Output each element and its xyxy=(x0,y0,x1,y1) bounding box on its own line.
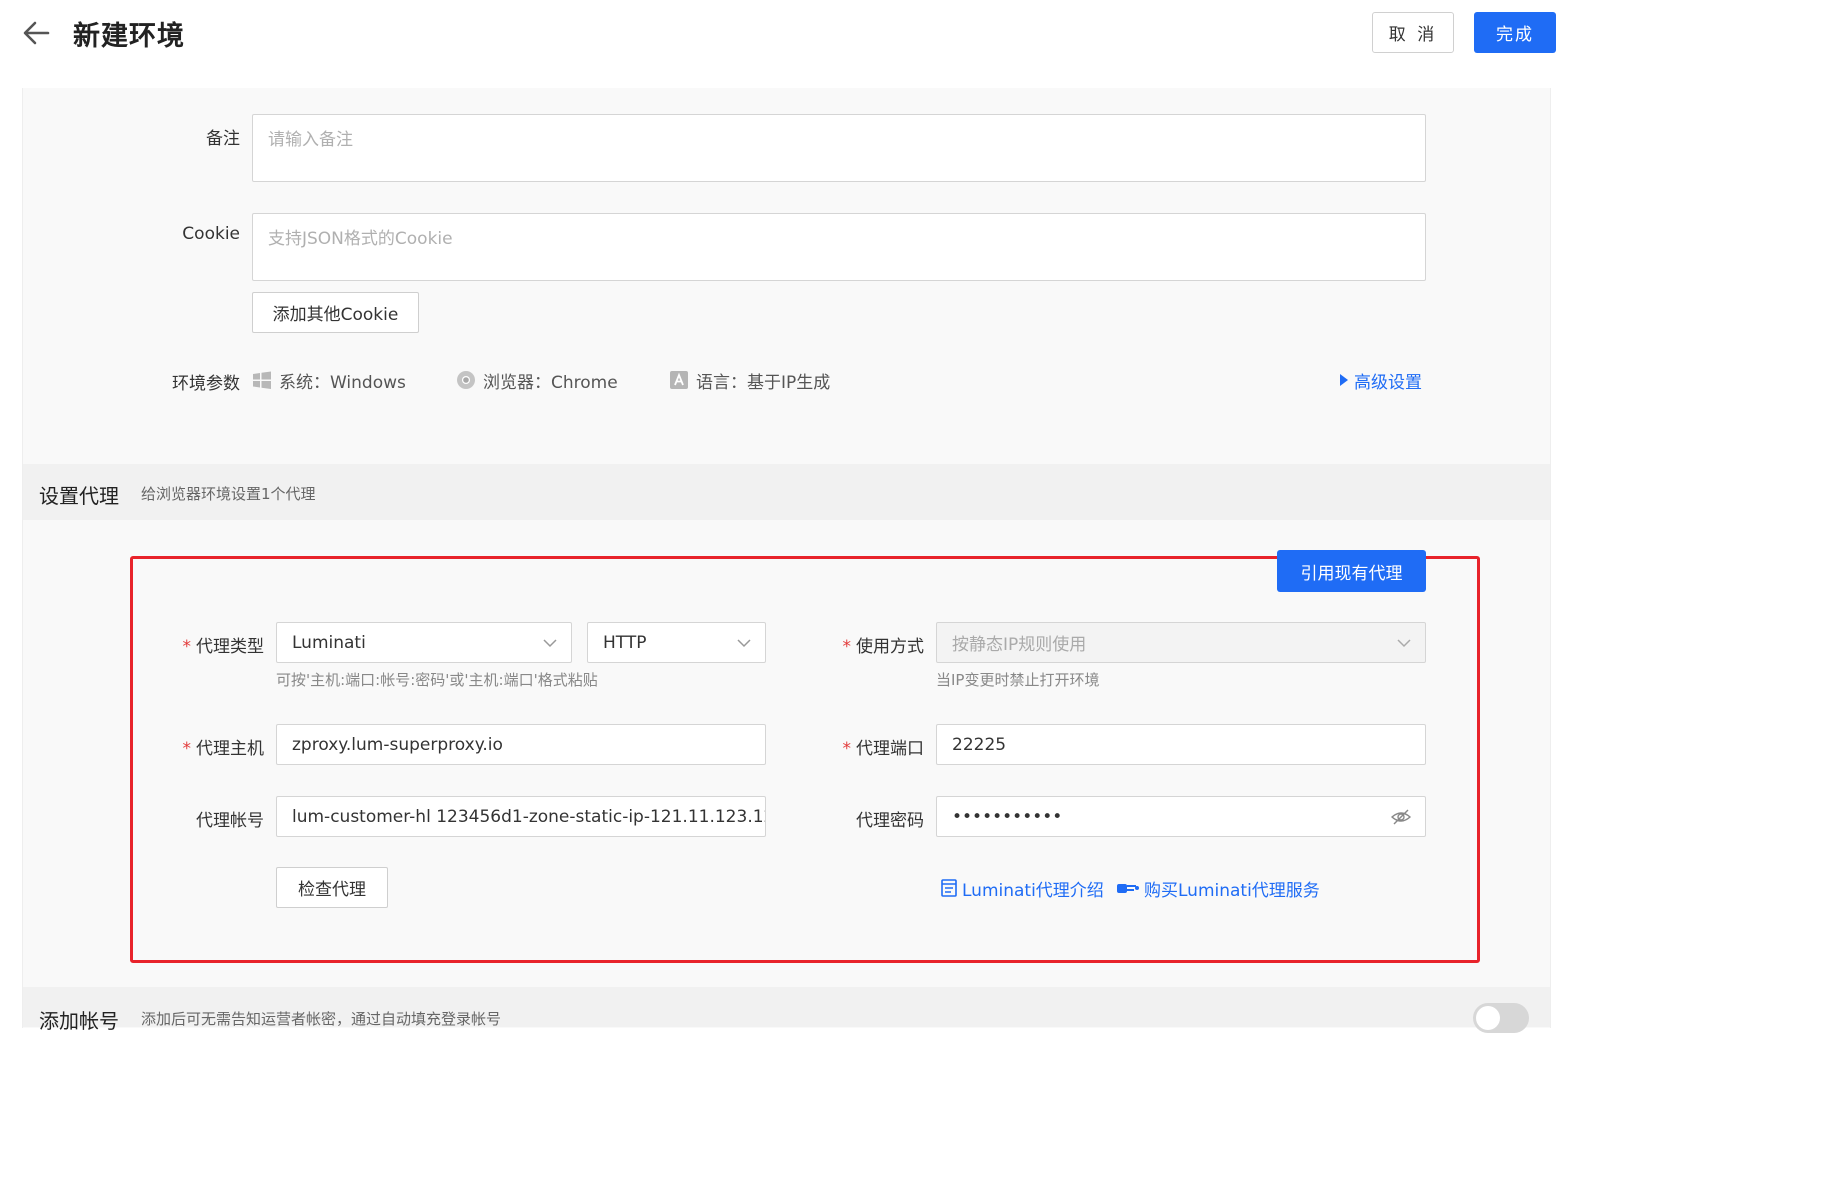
account-section-subtitle: 添加后可无需告知运营者帐密，通过自动填充登录帐号 xyxy=(141,1010,502,1028)
proxy-section-subtitle: 给浏览器环境设置1个代理 xyxy=(141,485,316,503)
env-language-text: 语言：基于IP生成 xyxy=(696,372,831,393)
proxy-port-label: * 代理端口 xyxy=(810,734,925,759)
proxy-type-value: Luminati xyxy=(292,632,366,653)
proxy-section-title: 设置代理 xyxy=(39,484,119,508)
proxy-port-label-text: 代理端口 xyxy=(856,739,924,759)
proxy-type-select[interactable]: Luminati xyxy=(276,622,572,663)
proxy-protocol-select[interactable]: HTTP xyxy=(587,622,766,663)
proxy-host-value: zproxy.lum-superproxy.io xyxy=(292,734,503,755)
env-browser-text: 浏览器：Chrome xyxy=(483,372,618,393)
cookie-input[interactable]: 支持JSON格式的Cookie xyxy=(252,213,1426,281)
proxy-account-label: 代理帐号 xyxy=(196,811,264,831)
cancel-button[interactable]: 取 消 xyxy=(1372,12,1454,53)
env-language: 语言：基于IP生成 xyxy=(669,367,830,393)
paste-hint: 可按'主机:端口:帐号:密码'或'主机:端口'格式粘贴 xyxy=(276,671,598,689)
luminati-intro-link[interactable]: Luminati代理介绍 xyxy=(940,875,1104,901)
proxy-password-input[interactable]: ••••••••••• xyxy=(936,796,1426,837)
advanced-settings-link[interactable]: 高级设置 xyxy=(1338,367,1422,393)
chevron-down-icon xyxy=(543,639,557,648)
required-mark: * xyxy=(842,739,852,759)
required-mark: * xyxy=(182,637,192,657)
remark-placeholder: 请输入备注 xyxy=(268,130,353,150)
windows-icon xyxy=(253,371,271,389)
use-existing-proxy-button[interactable]: 引用现有代理 xyxy=(1277,550,1426,592)
proxy-host-input[interactable]: zproxy.lum-superproxy.io xyxy=(276,724,766,765)
advanced-settings-label: 高级设置 xyxy=(1354,372,1422,393)
triangle-right-icon xyxy=(1340,374,1348,386)
usage-select[interactable]: 按静态IP规则使用 xyxy=(936,622,1426,663)
add-cookie-button[interactable]: 添加其他Cookie xyxy=(252,292,419,333)
proxy-account-value: lum-customer-hl 123456d1-zone-static-ip-… xyxy=(292,806,766,827)
buy-hand-icon xyxy=(1117,884,1139,893)
account-section-title: 添加帐号 xyxy=(39,1009,119,1033)
proxy-password-label: 代理密码 xyxy=(856,811,924,831)
chevron-down-icon xyxy=(1397,639,1411,648)
env-browser: 浏览器：Chrome xyxy=(456,367,618,393)
proxy-host-label: * 代理主机 xyxy=(150,734,265,759)
proxy-protocol-value: HTTP xyxy=(603,632,647,653)
usage-hint: 当IP变更时禁止打开环境 xyxy=(936,671,1100,689)
env-system-text: 系统：Windows xyxy=(279,372,406,393)
cookie-placeholder: 支持JSON格式的Cookie xyxy=(268,229,453,249)
buy-luminati-link[interactable]: 购买Luminati代理服务 xyxy=(1116,875,1320,901)
usage-label-text: 使用方式 xyxy=(856,637,924,657)
page-title: 新建环境 xyxy=(73,21,185,52)
luminati-intro-label: Luminati代理介绍 xyxy=(962,880,1104,901)
required-mark: * xyxy=(182,739,192,759)
cookie-label: Cookie xyxy=(182,224,240,244)
proxy-section-header: 设置代理 给浏览器环境设置1个代理 xyxy=(23,464,1550,520)
env-system: 系统：Windows xyxy=(252,367,406,393)
proxy-type-label-text: 代理类型 xyxy=(196,637,264,657)
required-mark: * xyxy=(842,637,852,657)
remark-label: 备注 xyxy=(206,129,240,149)
chrome-icon xyxy=(457,371,475,389)
buy-luminati-label: 购买Luminati代理服务 xyxy=(1144,880,1320,901)
usage-value: 按静态IP规则使用 xyxy=(952,635,1087,655)
account-section-header: 添加帐号 添加后可无需告知运营者帐密，通过自动填充登录帐号 xyxy=(23,987,1550,1033)
remark-input[interactable]: 请输入备注 xyxy=(252,114,1426,182)
proxy-port-input[interactable]: 22225 xyxy=(936,724,1426,765)
usage-label: * 使用方式 xyxy=(810,632,925,657)
done-button[interactable]: 完成 xyxy=(1474,12,1556,53)
proxy-password-value: ••••••••••• xyxy=(952,806,1063,827)
env-params-label: 环境参数 xyxy=(172,374,240,394)
back-arrow-icon[interactable] xyxy=(18,14,56,52)
add-account-toggle[interactable] xyxy=(1473,1003,1529,1033)
eye-slash-icon[interactable] xyxy=(1391,808,1411,826)
language-icon xyxy=(670,371,688,389)
proxy-port-value: 22225 xyxy=(952,734,1007,755)
chevron-down-icon xyxy=(737,639,751,648)
document-icon xyxy=(941,879,957,897)
top-bar: 新建环境 取 消 完成 xyxy=(0,0,1568,78)
check-proxy-button[interactable]: 检查代理 xyxy=(276,867,388,908)
proxy-type-label: * 代理类型 xyxy=(150,632,265,657)
proxy-account-input[interactable]: lum-customer-hl 123456d1-zone-static-ip-… xyxy=(276,796,766,837)
proxy-host-label-text: 代理主机 xyxy=(196,739,264,759)
